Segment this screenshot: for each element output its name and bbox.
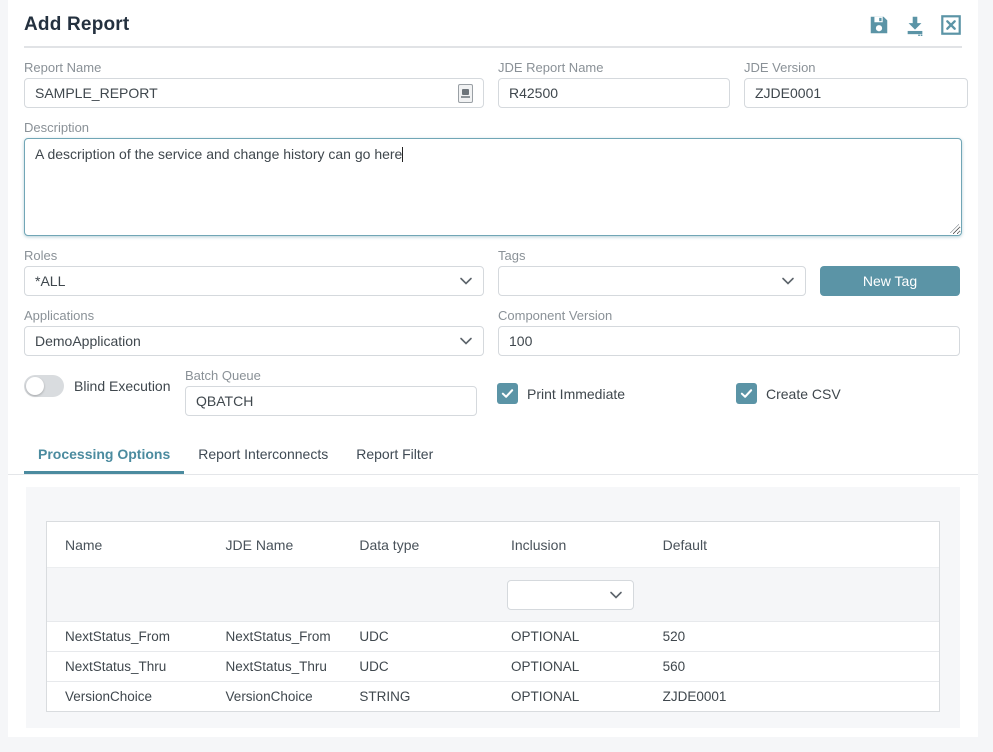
row-roles-tags: Roles *ALL Tags New Tag	[24, 248, 962, 296]
blind-execution-toggle[interactable]	[24, 375, 64, 397]
component-version-value: 100	[509, 333, 532, 349]
report-name-input[interactable]: SAMPLE_REPORT	[24, 78, 484, 108]
dialog-header: Add Report	[24, 0, 962, 48]
row-applications: Applications DemoApplication Component V…	[24, 308, 962, 356]
checkbox-checked-icon	[497, 383, 518, 404]
batch-queue-value: QBATCH	[196, 393, 253, 409]
blind-execution-label: Blind Execution	[74, 378, 171, 394]
batch-queue-field: Batch Queue QBATCH	[185, 368, 497, 416]
description-label: Description	[24, 120, 962, 135]
jde-version-input[interactable]: ZJDE0001	[744, 78, 968, 108]
cell-jde-name: NextStatus_Thru	[208, 652, 342, 681]
chevron-down-icon	[781, 274, 795, 288]
column-header-default: Default	[645, 522, 939, 567]
table-row[interactable]: NextStatus_Thru NextStatus_Thru UDC OPTI…	[47, 651, 939, 681]
new-tag-button[interactable]: New Tag	[820, 266, 960, 296]
jde-report-name-value: R42500	[509, 85, 558, 101]
cell-jde-name: VersionChoice	[208, 682, 342, 711]
jde-version-label: JDE Version	[744, 60, 968, 75]
column-header-inclusion: Inclusion	[493, 522, 645, 567]
roles-select[interactable]: *ALL	[24, 266, 484, 296]
column-header-jde-name: JDE Name	[208, 522, 342, 567]
tab-processing-options[interactable]: Processing Options	[24, 436, 184, 474]
cell-inclusion: OPTIONAL	[493, 652, 645, 681]
batch-queue-input[interactable]: QBATCH	[185, 386, 477, 416]
checkbox-checked-icon	[736, 383, 757, 404]
create-csv-checkbox[interactable]: Create CSV	[736, 383, 841, 404]
jde-report-name-field: JDE Report Name R42500	[498, 60, 730, 108]
table-filter-row	[47, 567, 939, 621]
cell-inclusion: OPTIONAL	[493, 622, 645, 651]
report-form: Report Name SAMPLE_REPORT JDE Report Nam…	[24, 48, 962, 416]
tags-label: Tags	[498, 248, 806, 263]
page-title: Add Report	[24, 14, 129, 36]
roles-field: Roles *ALL	[24, 248, 484, 296]
toggle-knob-icon	[26, 377, 44, 395]
chevron-down-icon	[459, 334, 473, 348]
jde-report-name-label: JDE Report Name	[498, 60, 730, 75]
print-immediate-label: Print Immediate	[527, 386, 625, 402]
jde-version-field: JDE Version ZJDE0001	[744, 60, 968, 108]
cell-jde-name: NextStatus_From	[208, 622, 342, 651]
cell-data-type: STRING	[341, 682, 493, 711]
report-name-value: SAMPLE_REPORT	[35, 79, 158, 107]
report-name-label: Report Name	[24, 60, 484, 75]
close-icon[interactable]	[940, 14, 962, 36]
batch-queue-label: Batch Queue	[185, 368, 497, 383]
autofill-icon	[458, 84, 473, 103]
chevron-down-icon	[609, 588, 623, 602]
processing-options-table: Name JDE Name Data type Inclusion Defaul…	[46, 521, 940, 712]
roles-value: *ALL	[35, 267, 65, 295]
jde-version-value: ZJDE0001	[755, 85, 821, 101]
cell-default: ZJDE0001	[645, 682, 939, 711]
header-actions	[868, 14, 962, 36]
applications-select[interactable]: DemoApplication	[24, 326, 484, 356]
applications-label: Applications	[24, 308, 484, 323]
cell-default: 520	[645, 622, 939, 651]
roles-label: Roles	[24, 248, 484, 263]
row-execution-options: Blind Execution Batch Queue QBATCH Print…	[24, 368, 962, 416]
tab-bar: Processing Options Report Interconnects …	[8, 436, 978, 475]
download-icon[interactable]	[904, 14, 926, 36]
blind-execution-group: Blind Execution	[24, 375, 185, 397]
inclusion-filter-select[interactable]	[507, 580, 634, 610]
save-icon[interactable]	[868, 14, 890, 36]
description-field: Description A description of the service…	[24, 120, 962, 236]
tags-select[interactable]	[498, 266, 806, 296]
add-report-dialog: Add Report	[8, 0, 978, 737]
description-value: A description of the service and change …	[35, 146, 402, 162]
applications-field: Applications DemoApplication	[24, 308, 484, 356]
cell-inclusion: OPTIONAL	[493, 682, 645, 711]
cell-name: NextStatus_Thru	[47, 652, 208, 681]
processing-options-panel: Name JDE Name Data type Inclusion Defaul…	[26, 487, 960, 728]
component-version-label: Component Version	[498, 308, 960, 323]
create-csv-label: Create CSV	[766, 386, 841, 402]
column-header-name: Name	[47, 522, 208, 567]
component-version-field: Component Version 100	[498, 308, 960, 356]
cell-name: VersionChoice	[47, 682, 208, 711]
tab-report-filter[interactable]: Report Filter	[342, 436, 447, 474]
cell-data-type: UDC	[341, 652, 493, 681]
tab-report-interconnects[interactable]: Report Interconnects	[184, 436, 342, 474]
table-header-row: Name JDE Name Data type Inclusion Defaul…	[47, 522, 939, 567]
cell-name: NextStatus_From	[47, 622, 208, 651]
cell-data-type: UDC	[341, 622, 493, 651]
table-row[interactable]: VersionChoice VersionChoice STRING OPTIO…	[47, 681, 939, 711]
cell-default: 560	[645, 652, 939, 681]
component-version-input[interactable]: 100	[498, 326, 960, 356]
print-immediate-checkbox[interactable]: Print Immediate	[497, 383, 736, 404]
new-tag-field: New Tag	[820, 248, 960, 296]
tags-field: Tags	[498, 248, 806, 296]
table-row[interactable]: NextStatus_From NextStatus_From UDC OPTI…	[47, 621, 939, 651]
text-cursor	[402, 147, 403, 162]
column-header-data-type: Data type	[341, 522, 493, 567]
resize-grip-icon[interactable]	[950, 224, 959, 233]
applications-value: DemoApplication	[35, 327, 141, 355]
chevron-down-icon	[459, 274, 473, 288]
row-names: Report Name SAMPLE_REPORT JDE Report Nam…	[24, 60, 962, 108]
jde-report-name-input[interactable]: R42500	[498, 78, 730, 108]
description-textarea[interactable]: A description of the service and change …	[24, 138, 962, 236]
report-name-field: Report Name SAMPLE_REPORT	[24, 60, 484, 108]
